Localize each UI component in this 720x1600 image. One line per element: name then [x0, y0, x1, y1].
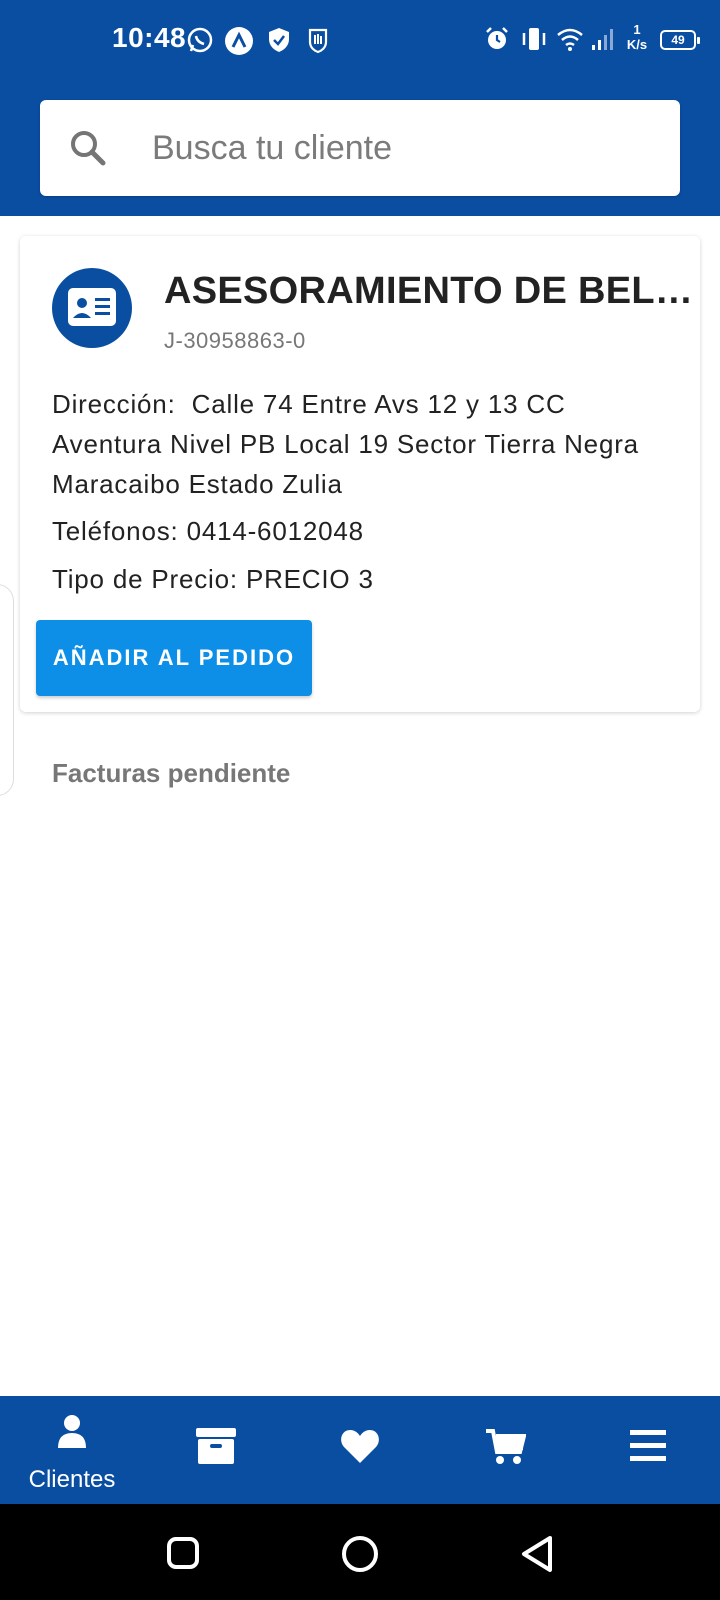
client-name: ASESORAMIENTO DE BELLE...: [164, 270, 704, 312]
phone-value: 0414-6012048: [186, 516, 364, 546]
status-bar: 10:48 1 K/s 49: [0, 0, 720, 80]
battery-icon: 49: [660, 30, 700, 50]
alarm-icon: [486, 27, 508, 49]
search-icon: [71, 131, 106, 166]
client-address: Dirección: Calle 74 Entre Avs 12 y 13 CC…: [52, 384, 652, 504]
nav-clientes-label: Clientes: [28, 1466, 116, 1493]
app-a-icon: [225, 27, 253, 55]
search-bar[interactable]: [40, 100, 680, 196]
bottom-nav: Clientes: [0, 1396, 720, 1504]
status-time: 10:48: [112, 22, 187, 53]
archive-icon: [196, 1428, 236, 1464]
client-price-type: Tipo de Precio: PRECIO 3: [52, 564, 374, 595]
price-label: Tipo de Precio:: [52, 564, 238, 594]
vibrate-icon: [522, 28, 546, 50]
app-header: 10:48 1 K/s 49: [0, 0, 720, 216]
menu-icon: [630, 1430, 666, 1461]
id-card-icon: [68, 288, 116, 326]
back-button[interactable]: [518, 1534, 556, 1574]
signal-icon: [592, 29, 613, 50]
heart-icon: [341, 1430, 379, 1463]
network-speed-value: 1: [633, 22, 641, 37]
nav-products[interactable]: [144, 1396, 288, 1504]
wifi-icon: [557, 28, 583, 51]
nav-clientes[interactable]: Clientes: [0, 1396, 144, 1504]
price-value: PRECIO 3: [245, 564, 374, 594]
home-button[interactable]: [340, 1534, 380, 1574]
client-avatar: [52, 268, 132, 348]
address-label: Dirección:: [52, 389, 176, 419]
network-speed: 1 K/s: [622, 22, 652, 52]
whatsapp-icon: [187, 27, 213, 53]
network-speed-unit: K/s: [626, 37, 648, 52]
hand-shield-icon: [308, 28, 328, 54]
add-to-order-button[interactable]: AÑADIR AL PEDIDO: [36, 620, 312, 696]
client-phone: Teléfonos: 0414-6012048: [52, 516, 364, 547]
recent-apps-button[interactable]: [166, 1536, 200, 1570]
side-drawer-handle[interactable]: [0, 584, 14, 796]
android-nav-bar: [0, 1504, 720, 1600]
search-input[interactable]: [152, 122, 652, 174]
phone-label: Teléfonos:: [52, 516, 179, 546]
client-card: ASESORAMIENTO DE BELLE... J-30958863-0 D…: [20, 236, 704, 712]
pending-invoices-title: Facturas pendiente: [52, 758, 291, 788]
shield-icon: [269, 28, 289, 52]
app-screen: 10:48 1 K/s 49 Busca tu cliente ASESORAM…: [0, 0, 720, 1600]
client-rif: J-30958863-0: [164, 328, 306, 353]
nav-favorites[interactable]: [288, 1396, 432, 1504]
nav-menu[interactable]: [576, 1396, 720, 1504]
nav-cart[interactable]: [432, 1396, 576, 1504]
person-icon: [58, 1415, 86, 1448]
cart-icon: [486, 1429, 526, 1464]
